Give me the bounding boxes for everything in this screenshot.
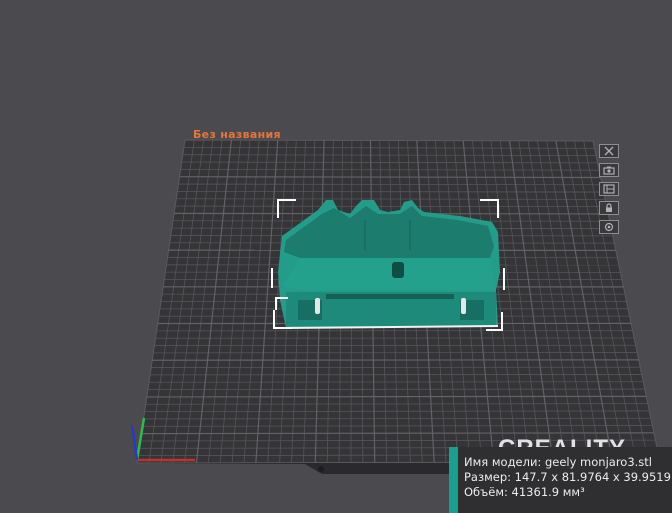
3d-viewport[interactable]: CREALITY 01 — [0, 0, 672, 513]
plate-notch — [318, 466, 324, 472]
model-volume-text: Объём: 41361.9 мм³ — [464, 485, 585, 499]
plate-settings-button[interactable] — [599, 220, 619, 234]
lock-icon — [606, 203, 612, 212]
layout-icon — [603, 184, 615, 194]
settings-icon — [604, 222, 614, 232]
grid-line — [146, 395, 647, 398]
snapshot-button[interactable] — [599, 163, 619, 177]
model-info-panel: Имя модели: geely monjaro3.stl Размер: 1… — [449, 447, 672, 513]
grid-line — [141, 432, 654, 435]
remove-plate-button[interactable] — [599, 144, 619, 158]
model-name-text: Имя модели: geely monjaro3.stl — [464, 455, 652, 469]
model-size-text: Размер: 147.7 x 81.9764 x 39.9519 мм — [464, 470, 672, 484]
camera-icon — [603, 166, 615, 175]
plate-title[interactable]: Без названия — [193, 128, 281, 141]
grid-line — [147, 388, 645, 390]
info-accent-bar — [449, 447, 458, 513]
z-axis — [130, 424, 139, 461]
model-geely-monjaro3[interactable] — [278, 200, 500, 329]
close-icon — [604, 146, 614, 156]
grid-line — [148, 381, 644, 383]
lock-plate-button[interactable] — [599, 201, 619, 215]
grid-line — [179, 176, 601, 179]
arrange-button[interactable] — [599, 182, 619, 196]
